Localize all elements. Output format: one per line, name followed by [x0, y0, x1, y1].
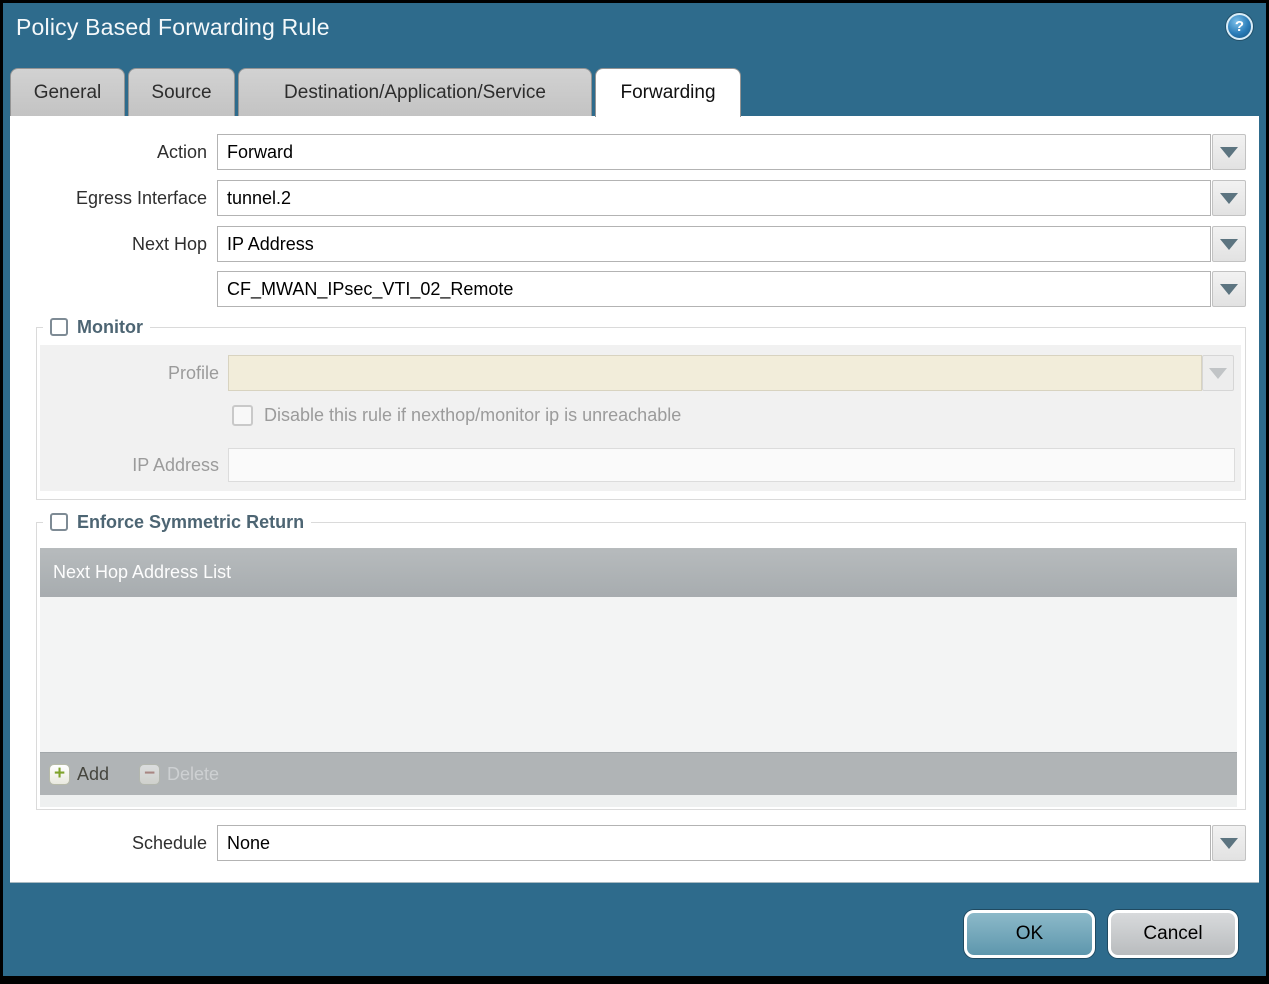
add-plus-icon: + — [49, 763, 70, 785]
monitor-legend: Monitor — [43, 315, 150, 339]
action-input[interactable] — [217, 134, 1211, 170]
help-icon[interactable]: ? — [1226, 13, 1253, 40]
next-hop-label: Next Hop — [131, 234, 207, 254]
egress-interface-label: Egress Interface — [75, 188, 207, 208]
tab-bar: General Source Destination/Application/S… — [10, 68, 741, 117]
profile-dropdown-button — [1202, 355, 1234, 391]
action-dropdown-button[interactable] — [1212, 134, 1246, 170]
chevron-down-icon — [1220, 283, 1238, 295]
ok-button[interactable]: OK — [964, 910, 1095, 958]
enforce-symmetric-return-legend: Enforce Symmetric Return — [43, 510, 312, 534]
dialog-window: Policy Based Forwarding Rule ? General S… — [0, 0, 1269, 984]
cancel-button[interactable]: Cancel — [1108, 910, 1238, 958]
delete-button: − Delete — [139, 763, 220, 785]
tab-destination-application-service[interactable]: Destination/Application/Service — [238, 68, 592, 116]
dialog-title: Policy Based Forwarding Rule — [16, 14, 330, 40]
delete-minus-icon: − — [139, 763, 161, 785]
chevron-down-icon — [1209, 367, 1227, 379]
add-button-label: Add — [77, 763, 110, 784]
schedule-label: Schedule — [131, 833, 207, 853]
delete-button-label: Delete — [167, 763, 220, 784]
next-hop-type-dropdown-button[interactable] — [1212, 226, 1246, 262]
chevron-down-icon — [1220, 837, 1238, 849]
next-hop-address-list-table: Next Hop Address List + Add − Delete — [40, 548, 1237, 807]
profile-input — [228, 355, 1202, 391]
next-hop-address-list-footer: + Add − Delete — [40, 752, 1237, 795]
enforce-symmetric-return-checkbox[interactable] — [50, 513, 68, 531]
action-label: Action — [156, 142, 207, 162]
disable-rule-checkbox — [232, 405, 253, 426]
chevron-down-icon — [1220, 146, 1238, 158]
tab-general[interactable]: General — [10, 68, 125, 116]
add-button[interactable]: + Add — [49, 763, 110, 785]
chevron-down-icon — [1220, 238, 1238, 250]
egress-interface-dropdown-button[interactable] — [1212, 180, 1246, 216]
next-hop-address-dropdown-button[interactable] — [1212, 271, 1246, 307]
next-hop-type-input[interactable] — [217, 226, 1211, 262]
tab-content-panel: Action Egress Interface Next Hop Monitor… — [10, 116, 1259, 883]
chevron-down-icon — [1220, 192, 1238, 204]
enforce-symmetric-return-legend-label: Enforce Symmetric Return — [77, 511, 305, 532]
monitor-ip-address-input — [228, 448, 1235, 482]
monitor-checkbox[interactable] — [50, 318, 68, 336]
disable-rule-label: Disable this rule if nexthop/monitor ip … — [264, 405, 682, 425]
profile-label: Profile — [167, 363, 219, 383]
schedule-dropdown-button[interactable] — [1212, 825, 1246, 861]
tab-forwarding[interactable]: Forwarding — [595, 68, 741, 117]
table-bottom-strip — [40, 795, 1237, 807]
tab-source[interactable]: Source — [128, 68, 235, 116]
egress-interface-input[interactable] — [217, 180, 1211, 216]
next-hop-address-list-body — [40, 597, 1237, 752]
monitor-legend-label: Monitor — [77, 316, 143, 337]
next-hop-address-list-header: Next Hop Address List — [40, 548, 1237, 597]
schedule-input[interactable] — [217, 825, 1211, 861]
monitor-ip-address-label: IP Address — [132, 455, 219, 475]
next-hop-address-input[interactable] — [217, 271, 1211, 307]
